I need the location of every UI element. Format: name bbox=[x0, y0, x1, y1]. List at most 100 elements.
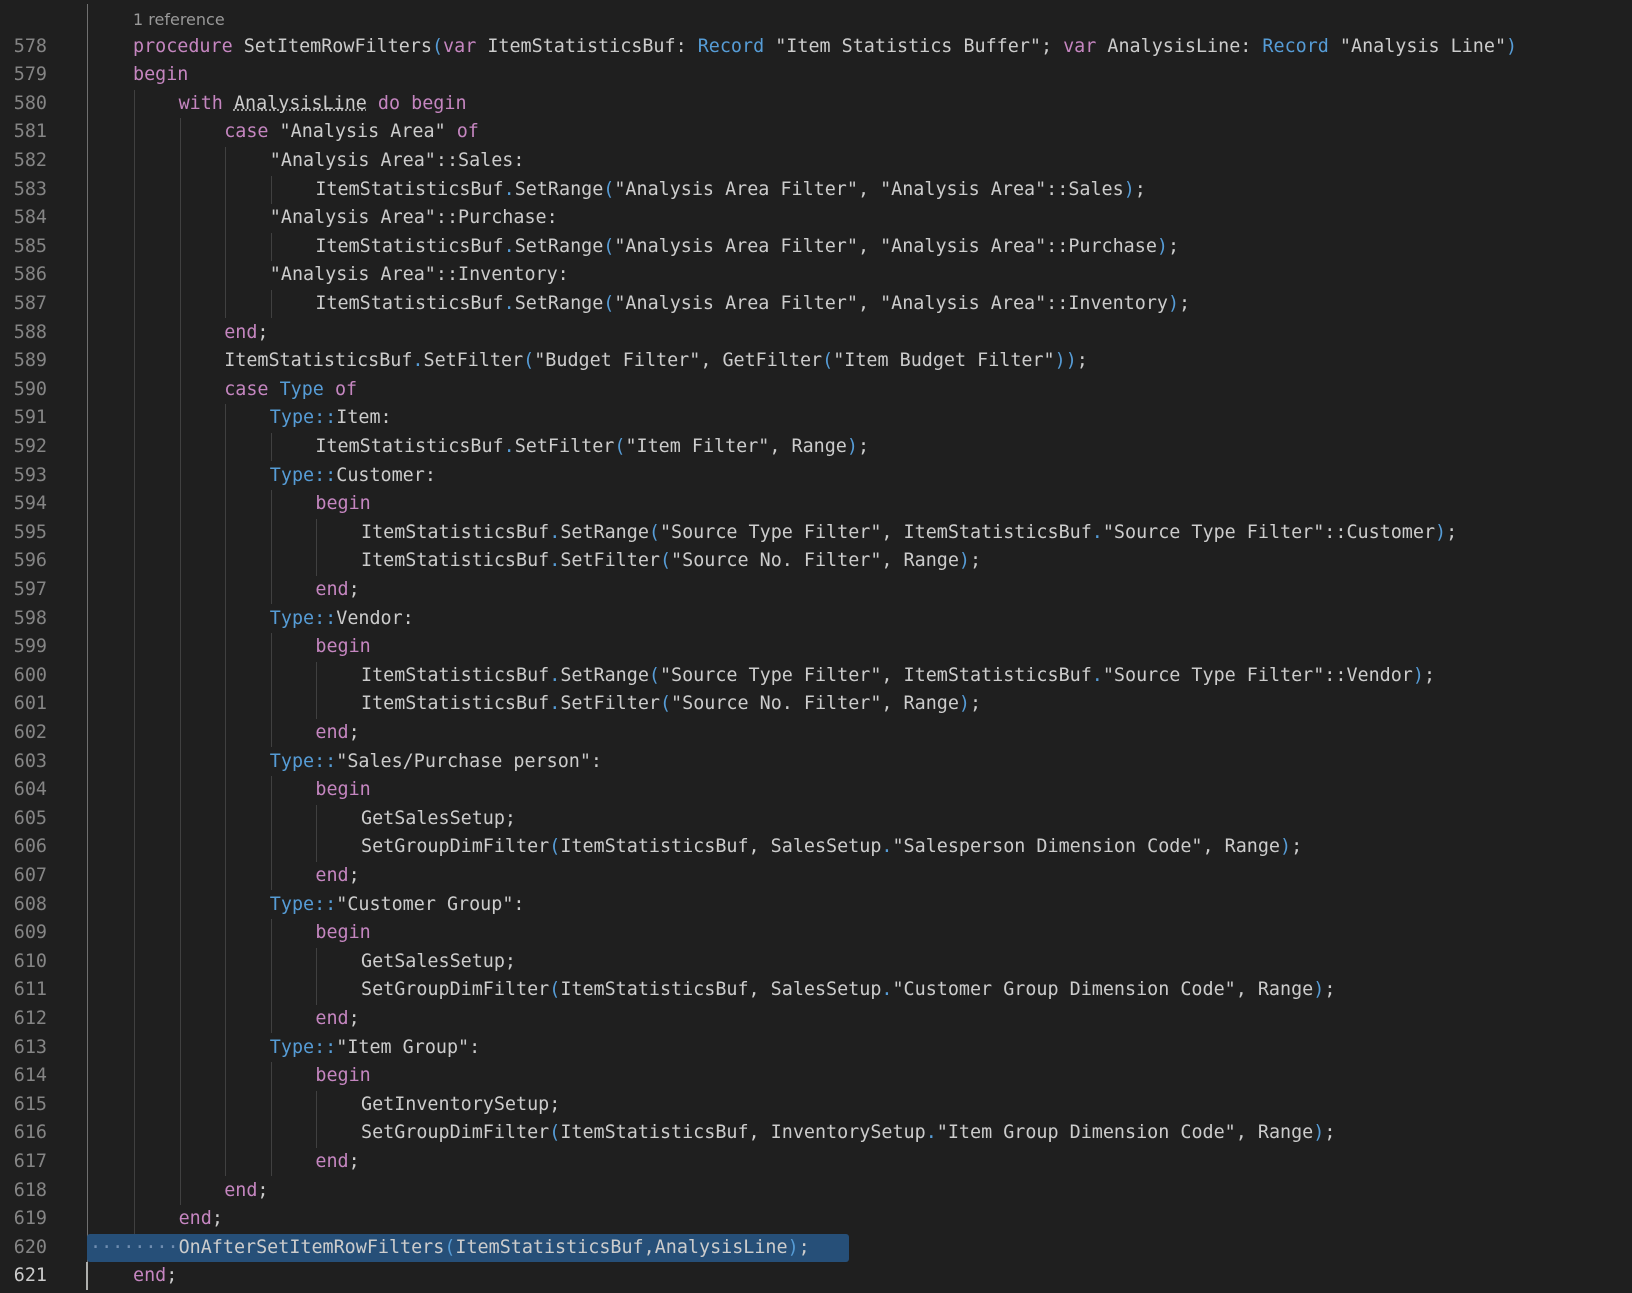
line-number: 594 bbox=[13, 493, 47, 515]
code-line[interactable]: 619 end; bbox=[0, 1205, 1632, 1234]
code-text: ItemStatisticsBuf.SetFilter("Item Filter… bbox=[315, 435, 870, 457]
code-line[interactable]: 584 "Analysis Area"::Purchase: bbox=[0, 204, 1632, 233]
code-line[interactable]: 609 begin bbox=[0, 919, 1632, 948]
code-text: GetSalesSetup; bbox=[361, 807, 517, 829]
code-line[interactable]: 578 procedure SetItemRowFilters(var ItemS… bbox=[0, 33, 1632, 62]
code-line[interactable]: 589 ItemStatisticsBuf.SetFilter("Budget F… bbox=[0, 347, 1632, 376]
code-line[interactable]: 606 SetGroupDimFilter(ItemStatisticsBuf, … bbox=[0, 833, 1632, 862]
code-line[interactable]: 581 case "Analysis Area" of bbox=[0, 118, 1632, 147]
line-number: 603 bbox=[13, 750, 47, 772]
code-text: ItemStatisticsBuf.SetFilter("Budget Filt… bbox=[224, 350, 1088, 372]
code-line[interactable]: 598 Type::Vendor: bbox=[0, 605, 1632, 634]
code-line[interactable]: 591 Type::Item: bbox=[0, 404, 1632, 433]
line-number: 606 bbox=[13, 836, 47, 858]
line-number: 609 bbox=[13, 922, 47, 944]
code-line[interactable]: 586 "Analysis Area"::Inventory: bbox=[0, 261, 1632, 290]
code-text: ItemStatisticsBuf.SetRange("Source Type … bbox=[361, 664, 1436, 686]
code-text: end; bbox=[178, 1208, 223, 1230]
line-number: 595 bbox=[13, 521, 47, 543]
code-text: end; bbox=[315, 864, 360, 886]
code-line[interactable]: 614 begin bbox=[0, 1062, 1632, 1091]
codelens-references[interactable]: 1 reference bbox=[133, 6, 225, 34]
line-number: 617 bbox=[13, 1150, 47, 1172]
code-line[interactable]: 580 with AnalysisLine do begin bbox=[0, 90, 1632, 119]
code-text: OnAfterSetItemRowFilters(ItemStatisticsB… bbox=[178, 1236, 810, 1258]
code-line[interactable]: 608 Type::"Customer Group": bbox=[0, 891, 1632, 920]
line-number: 586 bbox=[13, 264, 47, 286]
code-text: Type::"Customer Group": bbox=[269, 893, 525, 915]
code-text: begin bbox=[315, 636, 371, 658]
code-text: ItemStatisticsBuf.SetRange("Analysis Are… bbox=[315, 178, 1146, 200]
code-line[interactable]: 600 ItemStatisticsBuf.SetRange("Source Ty… bbox=[0, 662, 1632, 691]
code-line[interactable]: 593 Type::Customer: bbox=[0, 462, 1632, 491]
line-number: 610 bbox=[13, 950, 47, 972]
code-text: Type::"Sales/Purchase person": bbox=[269, 750, 602, 772]
code-text: end; bbox=[315, 721, 360, 743]
code-line[interactable]: 588 end; bbox=[0, 319, 1632, 348]
code-text: ItemStatisticsBuf.SetFilter("Source No. … bbox=[361, 550, 982, 572]
code-line[interactable]: 621 end; bbox=[0, 1262, 1632, 1291]
code-line[interactable]: 607 end; bbox=[0, 862, 1632, 891]
code-text: SetGroupDimFilter(ItemStatisticsBuf, Inv… bbox=[361, 1122, 1336, 1144]
code-line[interactable]: 579 begin bbox=[0, 61, 1632, 90]
code-text: "Analysis Area"::Sales: bbox=[269, 149, 525, 171]
code-line[interactable]: ········ 620 OnAfterSetItemRowFilters(Item… bbox=[0, 1233, 1632, 1263]
code-line[interactable]: 616 SetGroupDimFilter(ItemStatisticsBuf, … bbox=[0, 1119, 1632, 1148]
code-line[interactable]: 617 end; bbox=[0, 1148, 1632, 1177]
code-line[interactable]: 602 end; bbox=[0, 719, 1632, 748]
line-number: 602 bbox=[13, 721, 47, 743]
code-line[interactable]: 594 begin bbox=[0, 490, 1632, 519]
code-line[interactable]: 618 end; bbox=[0, 1177, 1632, 1206]
code-text: end; bbox=[315, 578, 360, 600]
code-editor[interactable]: 1 reference 578 procedure SetItemRowFilte… bbox=[0, 0, 1632, 1293]
code-line[interactable]: 601 ItemStatisticsBuf.SetFilter("Source N… bbox=[0, 690, 1632, 719]
code-line[interactable]: 610 GetSalesSetup; bbox=[0, 948, 1632, 977]
code-text: ItemStatisticsBuf.SetFilter("Source No. … bbox=[361, 693, 982, 715]
line-number: 608 bbox=[13, 893, 47, 915]
code-text: end; bbox=[133, 1265, 178, 1287]
code-text: with AnalysisLine do begin bbox=[178, 92, 467, 114]
line-number: 598 bbox=[13, 607, 47, 629]
code-line[interactable]: 599 begin bbox=[0, 633, 1632, 662]
code-text: end; bbox=[224, 1179, 269, 1201]
code-line[interactable]: 605 GetSalesSetup; bbox=[0, 805, 1632, 834]
line-number: 613 bbox=[13, 1036, 47, 1058]
code-line[interactable]: 612 end; bbox=[0, 1005, 1632, 1034]
code-text: end; bbox=[315, 1007, 360, 1029]
code-line[interactable]: 604 begin bbox=[0, 776, 1632, 805]
code-line[interactable]: 603 Type::"Sales/Purchase person": bbox=[0, 748, 1632, 777]
line-number: 614 bbox=[13, 1065, 47, 1087]
line-number: 597 bbox=[13, 578, 47, 600]
line-number: 605 bbox=[13, 807, 47, 829]
code-text: begin bbox=[315, 1065, 371, 1087]
line-number: 590 bbox=[13, 378, 47, 400]
code-line[interactable]: 611 SetGroupDimFilter(ItemStatisticsBuf, … bbox=[0, 976, 1632, 1005]
line-number: 616 bbox=[13, 1122, 47, 1144]
code-line[interactable]: 583 ItemStatisticsBuf.SetRange("Analysis … bbox=[0, 176, 1632, 205]
line-number: 579 bbox=[13, 64, 47, 86]
line-number: 611 bbox=[13, 979, 47, 1001]
code-line[interactable]: 613 Type::"Item Group": bbox=[0, 1034, 1632, 1063]
code-line[interactable]: 590 case Type of bbox=[0, 376, 1632, 405]
code-line[interactable]: 615 GetInventorySetup; bbox=[0, 1091, 1632, 1120]
line-number: 612 bbox=[13, 1007, 47, 1029]
code-line[interactable]: 592 ItemStatisticsBuf.SetFilter("Item Fil… bbox=[0, 433, 1632, 462]
code-text: case "Analysis Area" of bbox=[224, 121, 479, 143]
line-number: 585 bbox=[13, 235, 47, 257]
line-number: 600 bbox=[13, 664, 47, 686]
line-number: 591 bbox=[13, 407, 47, 429]
line-number: 620 bbox=[13, 1236, 47, 1258]
code-line[interactable]: 587 ItemStatisticsBuf.SetRange("Analysis … bbox=[0, 290, 1632, 319]
line-number: 607 bbox=[13, 864, 47, 886]
code-text: end; bbox=[315, 1150, 360, 1172]
code-text: ItemStatisticsBuf.SetRange("Analysis Are… bbox=[315, 235, 1180, 257]
code-line[interactable]: 596 ItemStatisticsBuf.SetFilter("Source N… bbox=[0, 547, 1632, 576]
code-line[interactable]: 582 "Analysis Area"::Sales: bbox=[0, 147, 1632, 176]
code-text: Type::Customer: bbox=[269, 464, 436, 486]
code-line[interactable]: 585 ItemStatisticsBuf.SetRange("Analysis … bbox=[0, 233, 1632, 262]
code-line[interactable]: 597 end; bbox=[0, 576, 1632, 605]
code-line[interactable]: 595 ItemStatisticsBuf.SetRange("Source Ty… bbox=[0, 519, 1632, 548]
line-number: 583 bbox=[13, 178, 47, 200]
line-number: 580 bbox=[13, 92, 47, 114]
code-text: begin bbox=[315, 922, 371, 944]
